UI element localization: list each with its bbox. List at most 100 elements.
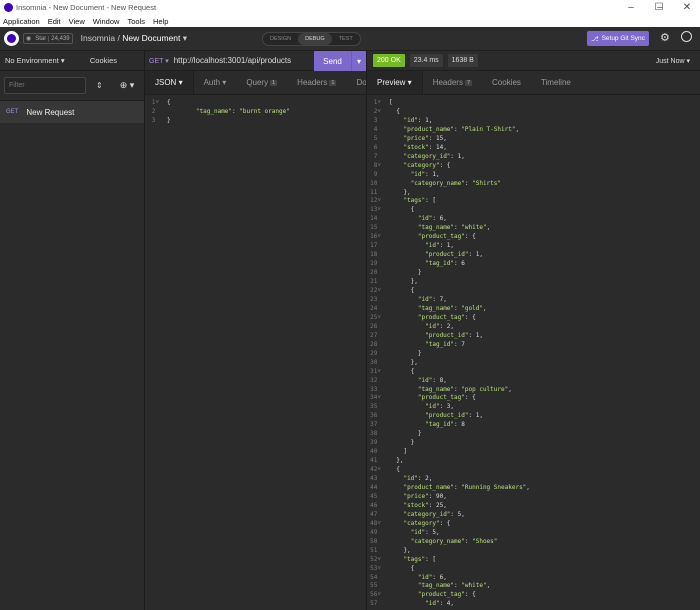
setup-git-sync-button[interactable]: ⎇ Setup Git Sync <box>587 31 649 46</box>
mode-debug[interactable]: DEBUG <box>298 33 332 45</box>
filter-input[interactable]: Filter <box>4 77 86 94</box>
history-dropdown[interactable]: Just Now ▾ <box>656 57 690 65</box>
code-line: 8˅ "category": { <box>367 162 700 171</box>
add-item-icon[interactable]: ⊕ ▾ <box>120 80 135 91</box>
line-number: 9 <box>373 170 381 178</box>
code-text: { <box>389 206 415 214</box>
github-star-button[interactable]: ◉ Star 24,439 <box>23 33 73 44</box>
menu-application[interactable]: Application <box>3 17 40 26</box>
tab-cookies[interactable]: Cookies <box>482 71 531 94</box>
line-number: 3 <box>151 116 159 124</box>
sidebar-item-new-request[interactable]: GET New Request <box>0 101 144 123</box>
code-text: "id": 1, <box>410 170 440 178</box>
tab-response-headers[interactable]: Headers 7 <box>423 71 482 94</box>
user-icon[interactable] <box>681 31 692 42</box>
tab-query[interactable]: Query 1 <box>236 71 287 94</box>
code-text: "tag_name": "gold", <box>417 304 487 312</box>
code-text: "product_id": 1, <box>425 251 483 259</box>
code-text: } <box>389 430 422 438</box>
line-number: 5 <box>373 134 381 142</box>
method-selector[interactable]: GET ▾ <box>149 57 169 65</box>
menu-bar: Application Edit View Window Tools Help <box>0 15 700 27</box>
line-number: 11 <box>370 188 381 196</box>
url-bar: GET ▾ http://localhost:3001/api/products… <box>145 51 366 71</box>
tab-preview[interactable]: Preview ▾ <box>367 71 423 94</box>
code-text: "id": 7, <box>417 295 447 303</box>
tab-headers[interactable]: Headers 1 <box>287 71 346 94</box>
code-line: 34˅ "product_tag": { <box>367 394 700 403</box>
code-text: "id": 5, <box>410 528 440 536</box>
code-line: 52˅ "tags": [ <box>367 556 700 565</box>
insomnia-logo[interactable] <box>4 31 19 46</box>
code-text: "tags": [ <box>403 197 436 205</box>
code-line: 5 "price": 15, <box>367 135 700 144</box>
breadcrumb-document[interactable]: New Document <box>122 33 180 43</box>
send-button[interactable]: Send ▾ <box>314 51 366 71</box>
code-line: 50 "category_name": "Shoes" <box>367 538 700 547</box>
line-number: 47 <box>370 510 381 518</box>
maximize-icon[interactable]: ☐ <box>644 0 674 15</box>
code-text: ] <box>389 448 408 456</box>
line-number: 31˅ <box>370 367 381 375</box>
code-line: 36 "product_id": 1, <box>367 412 700 421</box>
response-size: 1638 B <box>447 54 478 67</box>
line-number: 20 <box>370 269 381 277</box>
gear-icon[interactable]: ⚙ <box>660 31 670 44</box>
line-number: 3 <box>373 116 381 124</box>
request-body-editor[interactable]: 1˅{2 "tag_name": "burnt orange" 3 } <box>145 95 366 126</box>
cookies-button[interactable]: Cookies <box>90 56 117 65</box>
code-text: "id": 6, <box>417 573 447 581</box>
line-number: 2 <box>151 107 159 115</box>
code-line: 41 }, <box>367 457 700 466</box>
line-number: 29 <box>370 349 381 357</box>
line-number: 45 <box>370 492 381 500</box>
minimize-icon[interactable]: – <box>616 0 646 15</box>
menu-window[interactable]: Window <box>93 17 120 26</box>
tab-auth[interactable]: Auth ▾ <box>194 71 237 94</box>
close-icon[interactable]: ✕ <box>672 0 700 15</box>
code-line: 38 } <box>367 430 700 439</box>
menu-tools[interactable]: Tools <box>127 17 145 26</box>
code-text: "tags": [ <box>403 555 436 563</box>
code-line: 32 "id": 8, <box>367 377 700 386</box>
code-text: { <box>167 99 171 106</box>
line-number: 55 <box>370 582 381 590</box>
breadcrumb[interactable]: Insomnia / New Document ▾ <box>81 33 187 44</box>
tab-docs[interactable]: Docs <box>346 71 366 94</box>
mode-design[interactable]: DESIGN <box>263 33 298 45</box>
code-line: 24 "tag_name": "gold", <box>367 305 700 314</box>
line-number: 52˅ <box>370 555 381 563</box>
tab-timeline[interactable]: Timeline <box>531 71 581 94</box>
code-line: 45 "price": 90, <box>367 493 700 502</box>
environment-selector[interactable]: No Environment ▾ <box>5 56 65 65</box>
sort-icon[interactable]: ⇕ <box>96 81 103 90</box>
code-text: } <box>167 116 171 124</box>
response-body-viewer[interactable]: 1˅[2˅ {3 "id": 1, 4 "product_name": "Plai… <box>367 95 700 609</box>
code-line: 11 }, <box>367 189 700 198</box>
mode-test[interactable]: TEST <box>332 33 360 45</box>
code-line: 6 "stock": 14, <box>367 144 700 153</box>
code-text: "tag_name": "pop culture", <box>417 385 512 393</box>
line-number: 44 <box>370 483 381 491</box>
code-text: "id": 2, <box>403 475 433 483</box>
menu-view[interactable]: View <box>69 17 85 26</box>
sidebar: No Environment ▾ Cookies Filter ⇕ ⊕ ▾ GE… <box>0 51 145 610</box>
code-text: "id": 1, <box>425 242 455 250</box>
url-input[interactable]: http://localhost:3001/api/products <box>174 56 291 65</box>
code-line: 42˅ { <box>367 466 700 475</box>
request-tabs: JSON ▾ Auth ▾ Query1 Headers1 Docs <box>145 71 366 95</box>
code-text: "product_tag": { <box>417 394 476 402</box>
tab-json[interactable]: JSON ▾ <box>145 71 194 94</box>
chevron-down-icon[interactable]: ▾ <box>351 51 366 71</box>
code-text: } <box>389 269 422 277</box>
line-number: 36 <box>370 412 381 420</box>
breadcrumb-workspace[interactable]: Insomnia <box>81 33 116 43</box>
line-number: 42˅ <box>370 466 381 474</box>
chevron-down-icon[interactable]: ▾ <box>183 33 187 43</box>
menu-help[interactable]: Help <box>153 17 168 26</box>
code-text: "product_id": 1, <box>425 331 483 339</box>
code-line: 56˅ "product_tag": { <box>367 591 700 600</box>
menu-edit[interactable]: Edit <box>48 17 61 26</box>
code-text: "tag_id": 8 <box>425 421 465 429</box>
code-line: 20 } <box>367 269 700 278</box>
